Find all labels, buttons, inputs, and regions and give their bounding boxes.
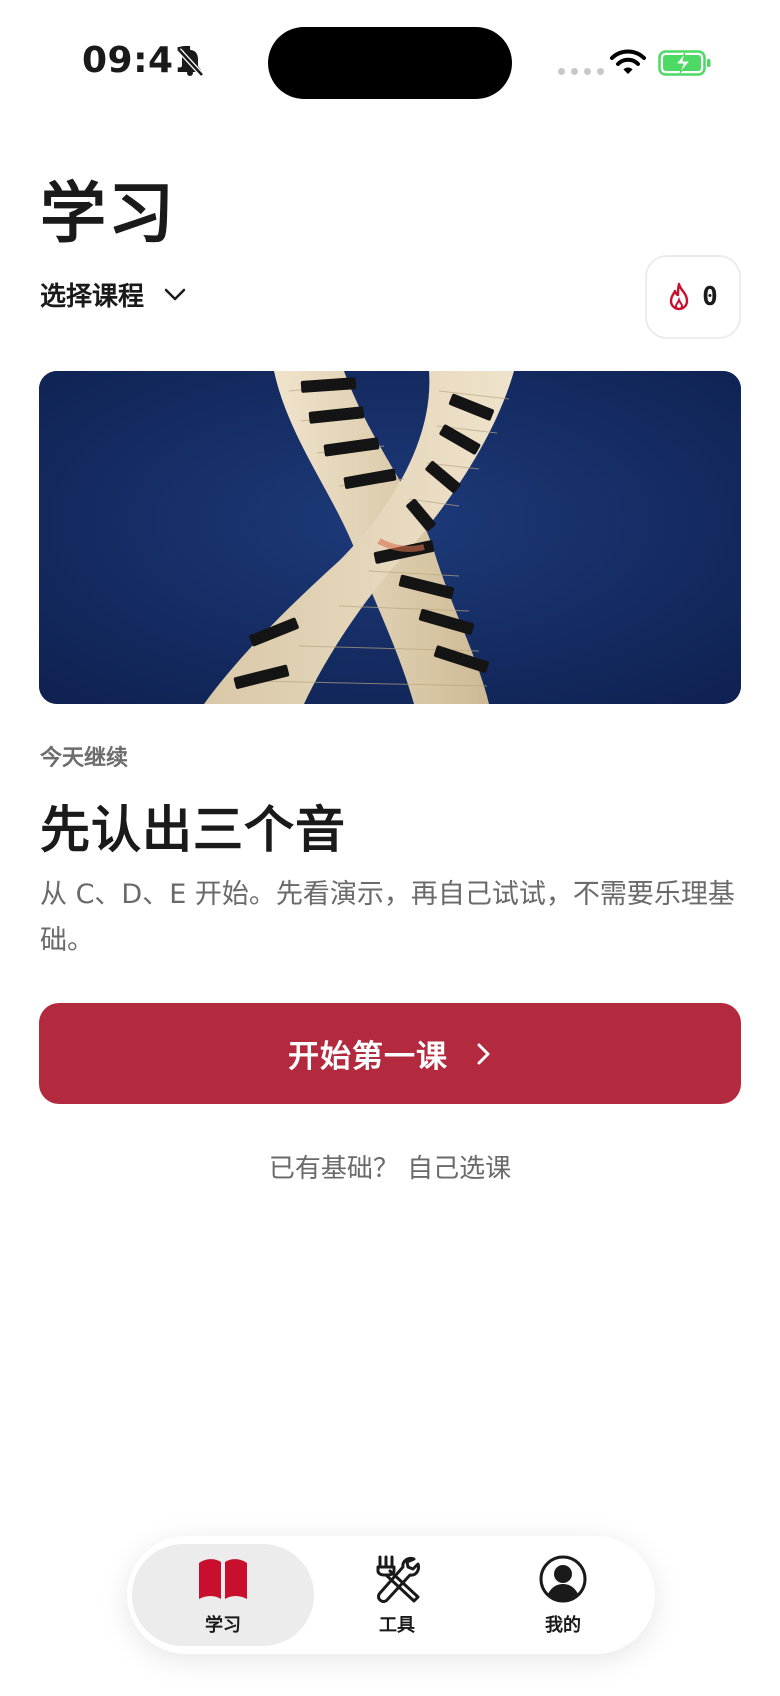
lesson-title: 先认出三个音: [40, 801, 346, 859]
streak-badge[interactable]: 0: [645, 255, 741, 339]
tools-icon: [376, 1555, 420, 1603]
course-select-label: 选择课程: [40, 282, 145, 312]
signal-dots-icon: [558, 68, 604, 75]
chevron-down-icon: [164, 288, 186, 300]
dynamic-island: [268, 27, 512, 99]
battery-charging-icon: [658, 50, 711, 76]
book-icon: [199, 1559, 247, 1599]
streak-count: 0: [702, 282, 718, 312]
chevron-right-icon: [477, 1043, 490, 1064]
user-circle-icon: [539, 1555, 587, 1603]
bell-slash-icon: [177, 48, 204, 77]
tab-label: 工具: [379, 1615, 415, 1636]
wifi-icon: [610, 49, 646, 74]
tab-mine[interactable]: 我的: [480, 1544, 646, 1646]
piano-helix-illustration: [39, 371, 741, 704]
start-first-lesson-button[interactable]: 开始第一课: [39, 1003, 741, 1104]
course-select-dropdown[interactable]: 选择课程: [40, 276, 186, 313]
page-title: 学习: [40, 175, 176, 252]
start-button-label: 开始第一课: [288, 1039, 448, 1075]
tab-label: 我的: [545, 1615, 581, 1636]
lesson-description: 从 C、D、E 开始。先看演示，再自己试试，不需要乐理基础。: [40, 879, 735, 956]
tab-learn[interactable]: 学习: [132, 1544, 314, 1646]
self-select-course-link[interactable]: 已有基础？ 自己选课: [0, 1148, 780, 1185]
tab-label: 学习: [205, 1615, 241, 1636]
tab-tools[interactable]: 工具: [314, 1544, 480, 1646]
hero-image: [39, 371, 741, 704]
flame-icon: [669, 282, 689, 311]
tab-bar: 学习 工具 我的: [127, 1536, 655, 1654]
lesson-eyebrow: 今天继续: [40, 746, 129, 771]
